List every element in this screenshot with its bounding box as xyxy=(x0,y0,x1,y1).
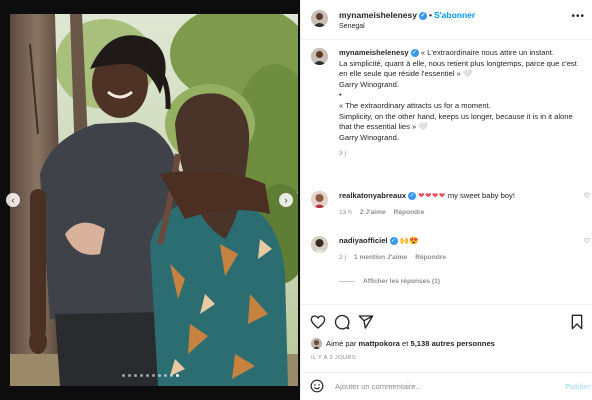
chevron-left-icon: ‹ xyxy=(11,194,15,205)
caption-text-line: Garry Winogrand. xyxy=(339,79,399,89)
view-replies-label: Afficher les réponses (1) xyxy=(363,278,440,285)
more-horizontal-icon[interactable]: ••• xyxy=(571,11,585,22)
caption-text-line: « The extraordinary attracts us for a mo… xyxy=(339,100,491,110)
likes-summary: Aimé par mattpokora et 5,138 autres pers… xyxy=(311,338,495,349)
caption-body: mynameishelenesy ✓ « L'extraordinaire nou… xyxy=(339,48,586,160)
author-avatar[interactable] xyxy=(311,10,328,27)
carousel-dot xyxy=(169,374,173,377)
carousel-dot xyxy=(163,374,167,377)
next-slide-button[interactable]: › xyxy=(279,193,293,207)
carousel-dot xyxy=(127,374,131,377)
caption-time[interactable]: 3 j xyxy=(339,149,586,160)
emoji-picker-icon[interactable] xyxy=(310,379,324,393)
comment-likes[interactable]: 1 mention J'aime xyxy=(354,254,407,261)
commenter-avatar[interactable] xyxy=(311,191,328,208)
view-replies-button[interactable]: Afficher les réponses (1) xyxy=(339,278,440,285)
likes-count[interactable]: 5,138 autres personnes xyxy=(410,339,494,348)
caption-text-line: La simplicité, quant à elle, nous retien… xyxy=(339,58,577,79)
caption-text-line: Garry Winogrand. xyxy=(339,132,399,142)
comment-meta: 2 j 1 mention J'aime Répondre xyxy=(339,254,592,261)
comment-input[interactable] xyxy=(335,378,535,394)
like-comment-heart-icon[interactable]: ♡ xyxy=(584,192,590,200)
post-header: mynameishelenesy ✓ • S'abonner Senegal ••• xyxy=(301,0,592,40)
comment-body: realkatonyabreaux ✓ ❤❤❤❤ my sweet baby bo… xyxy=(339,191,592,201)
reply-button[interactable]: Répondre xyxy=(394,209,425,216)
like-comment-heart-icon[interactable]: ♡ xyxy=(584,237,590,245)
publish-button[interactable]: Publier xyxy=(565,382,591,391)
carousel-dot xyxy=(139,374,143,377)
carousel-dot xyxy=(133,374,137,377)
comment-text: my sweet baby boy! xyxy=(447,191,515,200)
likes-connector: et xyxy=(402,339,409,348)
comment-username[interactable]: realkatonyabreaux xyxy=(339,191,406,200)
caption-text-line: « L'extraordinaire nous attire un instan… xyxy=(420,48,554,57)
liker-avatar[interactable] xyxy=(311,338,322,349)
comment-emoji: 🙌😍 xyxy=(399,236,419,245)
caption-text-line: • xyxy=(339,90,342,100)
comment-body: nadiyaofficiel ✓ 🙌😍 xyxy=(339,236,592,246)
author-username[interactable]: mynameishelenesy xyxy=(339,10,417,20)
carousel-dot xyxy=(145,374,149,377)
post-side-panel: mynameishelenesy ✓ • S'abonner Senegal ••• … xyxy=(300,0,592,400)
liker-username[interactable]: mattpokora xyxy=(359,339,400,348)
verified-badge-icon: ✓ xyxy=(408,192,417,200)
comments-fade xyxy=(301,292,592,300)
verified-badge-icon: ✓ xyxy=(389,237,398,245)
carousel-indicator xyxy=(0,374,300,377)
carousel-dot xyxy=(175,374,179,377)
caption-first-line: mynameishelenesy ✓ « L'extraordinaire nou… xyxy=(339,48,586,59)
replies-divider xyxy=(339,280,355,282)
post-media: ‹ › xyxy=(0,0,300,400)
instagram-post-view: ‹ › mynameishelenesy ✓ • S'abonner Senegal … xyxy=(0,0,592,400)
reply-button[interactable]: Répondre xyxy=(415,254,446,261)
carousel-dot xyxy=(157,374,161,377)
post-date[interactable]: IL Y A 3 JOURS xyxy=(311,355,356,361)
post-caption: mynameishelenesy ✓ « L'extraordinaire nou… xyxy=(311,48,586,160)
verified-badge-icon: ✓ xyxy=(418,11,427,20)
add-comment-bar: Publier xyxy=(301,372,592,400)
commenter-avatar[interactable] xyxy=(311,236,328,253)
comment-icon[interactable] xyxy=(334,314,350,330)
comment-meta: 13 h 2 J'aime Répondre xyxy=(339,209,592,216)
comment-emoji: ❤❤❤❤ xyxy=(418,191,446,200)
post-photo[interactable] xyxy=(10,14,298,386)
comment-username[interactable]: nadiyaofficiel xyxy=(339,236,388,245)
previous-slide-button[interactable]: ‹ xyxy=(6,193,20,207)
caption-text-line: Simplicity, on the other hand, keeps us … xyxy=(339,111,573,132)
comment-item: nadiyaofficiel ✓ 🙌😍 2 j 1 mention J'aime Ré… xyxy=(311,236,592,261)
comment-time[interactable]: 2 j xyxy=(339,254,346,261)
author-line: mynameishelenesy ✓ • S'abonner xyxy=(339,10,475,20)
verified-badge-icon: ✓ xyxy=(410,49,419,57)
heart-icon[interactable] xyxy=(310,314,326,330)
bookmark-icon[interactable] xyxy=(569,314,585,330)
comment-time[interactable]: 13 h xyxy=(339,209,352,216)
comment-item: realkatonyabreaux ✓ ❤❤❤❤ my sweet baby bo… xyxy=(311,191,592,216)
send-icon[interactable] xyxy=(358,314,374,330)
carousel-dot xyxy=(121,374,125,377)
comment-likes[interactable]: 2 J'aime xyxy=(360,209,386,216)
caption-author-avatar[interactable] xyxy=(311,48,328,65)
caption-username[interactable]: mynameishelenesy xyxy=(339,48,409,57)
carousel-dot xyxy=(151,374,155,377)
likes-prefix: Aimé par xyxy=(326,339,357,348)
chevron-right-icon: › xyxy=(284,194,288,205)
separator-dot: • xyxy=(428,10,432,20)
post-location[interactable]: Senegal xyxy=(339,23,365,30)
follow-button[interactable]: S'abonner xyxy=(434,10,475,20)
